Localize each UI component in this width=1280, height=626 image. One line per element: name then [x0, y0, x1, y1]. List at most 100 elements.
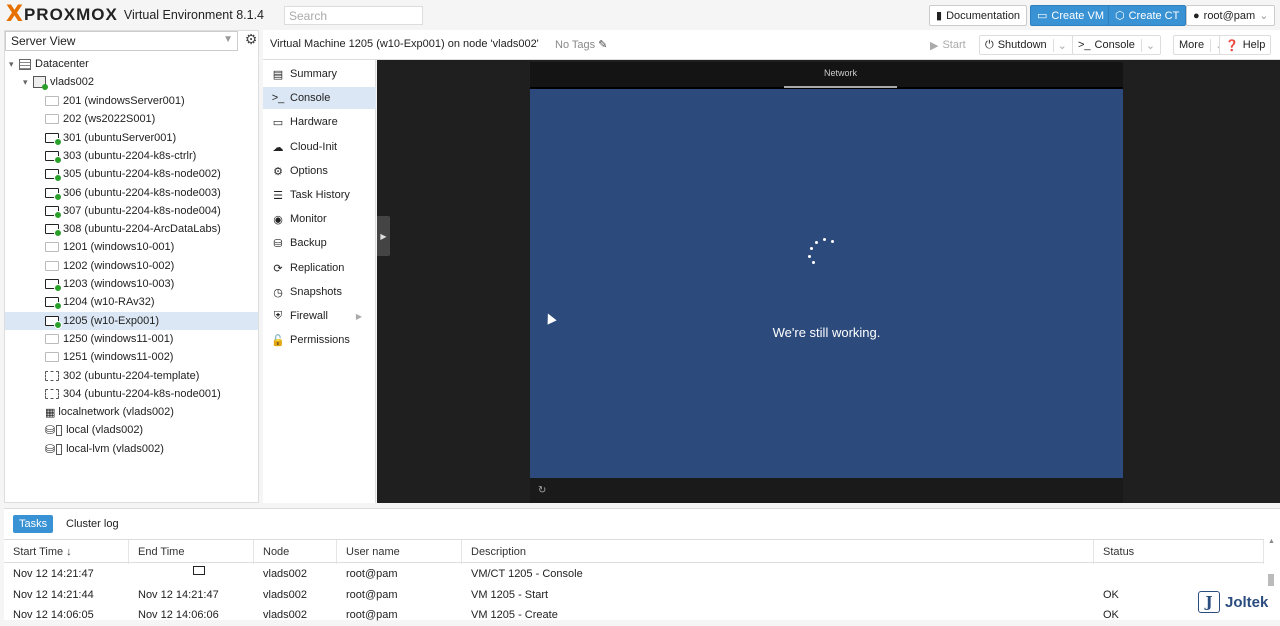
tree-item-label: 305 (ubuntu-2204-k8s-node002)	[63, 168, 221, 180]
table-row[interactable]: Nov 12 14:21:47 vlads002 root@pam VM/CT 120…	[4, 565, 1264, 585]
col-start-time[interactable]: Start Time ↓	[4, 540, 129, 564]
search-input[interactable]	[284, 6, 423, 25]
menu-item[interactable]: ⛁ Backup	[263, 232, 376, 254]
table-row[interactable]: Nov 12 14:21:44 Nov 12 14:21:47 vlads002 ro…	[4, 586, 1264, 606]
cell-status: OK	[1103, 609, 1119, 621]
tree-item[interactable]: 1205 (w10-Exp001)	[5, 312, 258, 330]
menu-item[interactable]: ⛨ Firewall ▶	[263, 305, 376, 327]
tree-item[interactable]: 301 (ubuntuServer001)	[5, 129, 258, 147]
joltek-logo-icon: J	[1198, 591, 1220, 613]
user-menu-button[interactable]: ● root@pam ⌄	[1186, 5, 1276, 26]
cell-desc: VM 1205 - Create	[471, 609, 558, 621]
tree-item[interactable]: 1201 (windows10-001)	[5, 238, 258, 256]
scroll-up-icon[interactable]: ▲	[1268, 538, 1275, 545]
cell-end: Nov 12 14:06:06	[138, 609, 219, 621]
tree-item-label: 303 (ubuntu-2204-k8s-ctrlr)	[63, 150, 197, 162]
cell-user: root@pam	[346, 588, 398, 601]
tree-item-label: 308 (ubuntu-2204-ArcDataLabs)	[63, 223, 221, 235]
tree-item[interactable]: 1251 (windows11-002)	[5, 348, 258, 366]
console-button[interactable]: >_ Console ⌄	[1072, 35, 1162, 55]
cell-desc: VM/CT 1205 - Console	[471, 568, 583, 580]
documentation-button[interactable]: ▮ Documentation	[929, 5, 1028, 26]
create-vm-button[interactable]: ▭ Create VM	[1030, 5, 1111, 26]
vm-stopped-icon	[45, 334, 59, 344]
menu-item-icon: >_	[271, 92, 285, 104]
tree-item[interactable]: 202 (ws2022S001)	[5, 110, 258, 128]
vm-screen[interactable]: Network We're still working.	[530, 62, 1123, 478]
col-node[interactable]: Node	[254, 540, 337, 564]
tree-item[interactable]: 302 (ubuntu-2204-template)	[5, 367, 258, 385]
tree-item[interactable]: ⛁ local (vlads002)	[5, 421, 258, 439]
tree-item[interactable]: 304 (ubuntu-2204-k8s-node001)	[5, 385, 258, 403]
tab-cluster-log[interactable]: Cluster log	[66, 518, 119, 530]
tree-item-label: Datacenter	[35, 58, 89, 70]
tree-item[interactable]: 201 (windowsServer001)	[5, 92, 258, 110]
help-button[interactable]: ❓ Help	[1219, 35, 1272, 55]
col-end-time[interactable]: End Time	[129, 540, 254, 564]
shutdown-button[interactable]: ⏻ Shutdown ⌄	[979, 35, 1073, 55]
tree-item[interactable]: ⛁ local-lvm (vlads002)	[5, 440, 258, 458]
start-button[interactable]: ▶ Start	[924, 35, 972, 55]
tree-item[interactable]: 1202 (windows10-002)	[5, 257, 258, 275]
view-selector[interactable]: Server View ▼	[5, 31, 238, 51]
menu-item-label: Backup	[290, 237, 327, 249]
cell-end: Nov 12 14:21:47	[138, 588, 219, 601]
menu-item[interactable]: ☁ Cloud-Init	[263, 136, 376, 158]
menu-item[interactable]: ◉ Monitor	[263, 208, 376, 230]
menu-item-icon: ☁	[272, 141, 284, 154]
cell-node: vlads002	[263, 588, 308, 601]
menu-item-icon: 🔓	[271, 334, 285, 347]
tree-datacenter[interactable]: ▾ Datacenter	[5, 55, 258, 73]
menu-item[interactable]: ▤ Summary	[263, 63, 376, 85]
gear-icon[interactable]: ⚙	[243, 31, 259, 49]
console-monitor-icon[interactable]	[184, 566, 205, 578]
col-description[interactable]: Description	[462, 540, 1094, 564]
cell-user: root@pam	[346, 609, 398, 621]
tree-item-label: 1203 (windows10-003)	[63, 278, 175, 290]
tree-item-label: 307 (ubuntu-2204-k8s-node004)	[63, 205, 221, 217]
tree-item[interactable]: ▦ localnetwork (vlads002)	[5, 403, 258, 421]
tree-node-vlads002[interactable]: ▾ vlads002	[5, 73, 258, 91]
col-user-name[interactable]: User name	[337, 540, 462, 564]
menu-item-label: Task History	[290, 189, 350, 201]
vm-running-icon	[45, 169, 62, 182]
cell-start: Nov 12 14:21:44	[13, 588, 94, 601]
tree-item[interactable]: 307 (ubuntu-2204-k8s-node004)	[5, 202, 258, 220]
tree-item-label: 301 (ubuntuServer001)	[63, 132, 177, 144]
col-status[interactable]: Status	[1094, 540, 1264, 564]
refresh-icon[interactable]: ↻	[538, 485, 546, 496]
create-ct-button[interactable]: ⬡ Create CT	[1108, 5, 1187, 26]
tree-item[interactable]: 303 (ubuntu-2204-k8s-ctrlr)	[5, 147, 258, 165]
cell-node: vlads002	[263, 568, 308, 580]
vm-stopped-icon	[45, 261, 59, 271]
table-row[interactable]: Nov 12 14:06:05 Nov 12 14:06:06 vlads002 ro…	[4, 606, 1264, 626]
menu-item[interactable]: ◷ Snapshots	[263, 281, 376, 303]
scroll-thumb[interactable]	[1268, 574, 1274, 586]
tree-item[interactable]: 1204 (w10-RAv32)	[5, 293, 258, 311]
caret-down-icon[interactable]: ▾	[23, 77, 33, 88]
setup-screen: We're still working.	[530, 89, 1123, 478]
menu-item-label: Snapshots	[290, 286, 342, 298]
tree-item[interactable]: 305 (ubuntu-2204-k8s-node002)	[5, 165, 258, 183]
tree-item[interactable]: 1203 (windows10-003)	[5, 275, 258, 293]
menu-item[interactable]: ⚙ Options	[263, 160, 376, 182]
caret-down-icon[interactable]: ▾	[9, 59, 19, 70]
tree-item[interactable]: 306 (ubuntu-2204-k8s-node003)	[5, 184, 258, 202]
menu-item[interactable]: >_ Console	[263, 87, 376, 109]
expand-panel-icon[interactable]: ▶	[377, 216, 390, 256]
menu-item-icon: ⛁	[273, 237, 283, 250]
chevron-down-icon: ⌄	[1259, 10, 1269, 22]
menu-item-icon: ☰	[273, 189, 283, 202]
menu-item[interactable]: ☰ Task History	[263, 184, 376, 206]
tags-edit[interactable]: No Tags ✎	[555, 38, 607, 51]
tree-item[interactable]: 1250 (windows11-001)	[5, 330, 258, 348]
version-label: Virtual Environment 8.1.4	[123, 8, 264, 22]
menu-item[interactable]: 🔓 Permissions	[263, 329, 376, 351]
menu-item[interactable]: ▭ Hardware	[263, 111, 376, 133]
tasks-scrollbar[interactable]: ▲	[1266, 538, 1276, 590]
tree-item[interactable]: 308 (ubuntu-2204-ArcDataLabs)	[5, 220, 258, 238]
vm-stopped-icon	[45, 96, 59, 106]
network-tab[interactable]: Network	[784, 68, 897, 88]
tab-tasks[interactable]: Tasks	[13, 515, 54, 533]
menu-item[interactable]: ⟳ Replication	[263, 257, 376, 279]
